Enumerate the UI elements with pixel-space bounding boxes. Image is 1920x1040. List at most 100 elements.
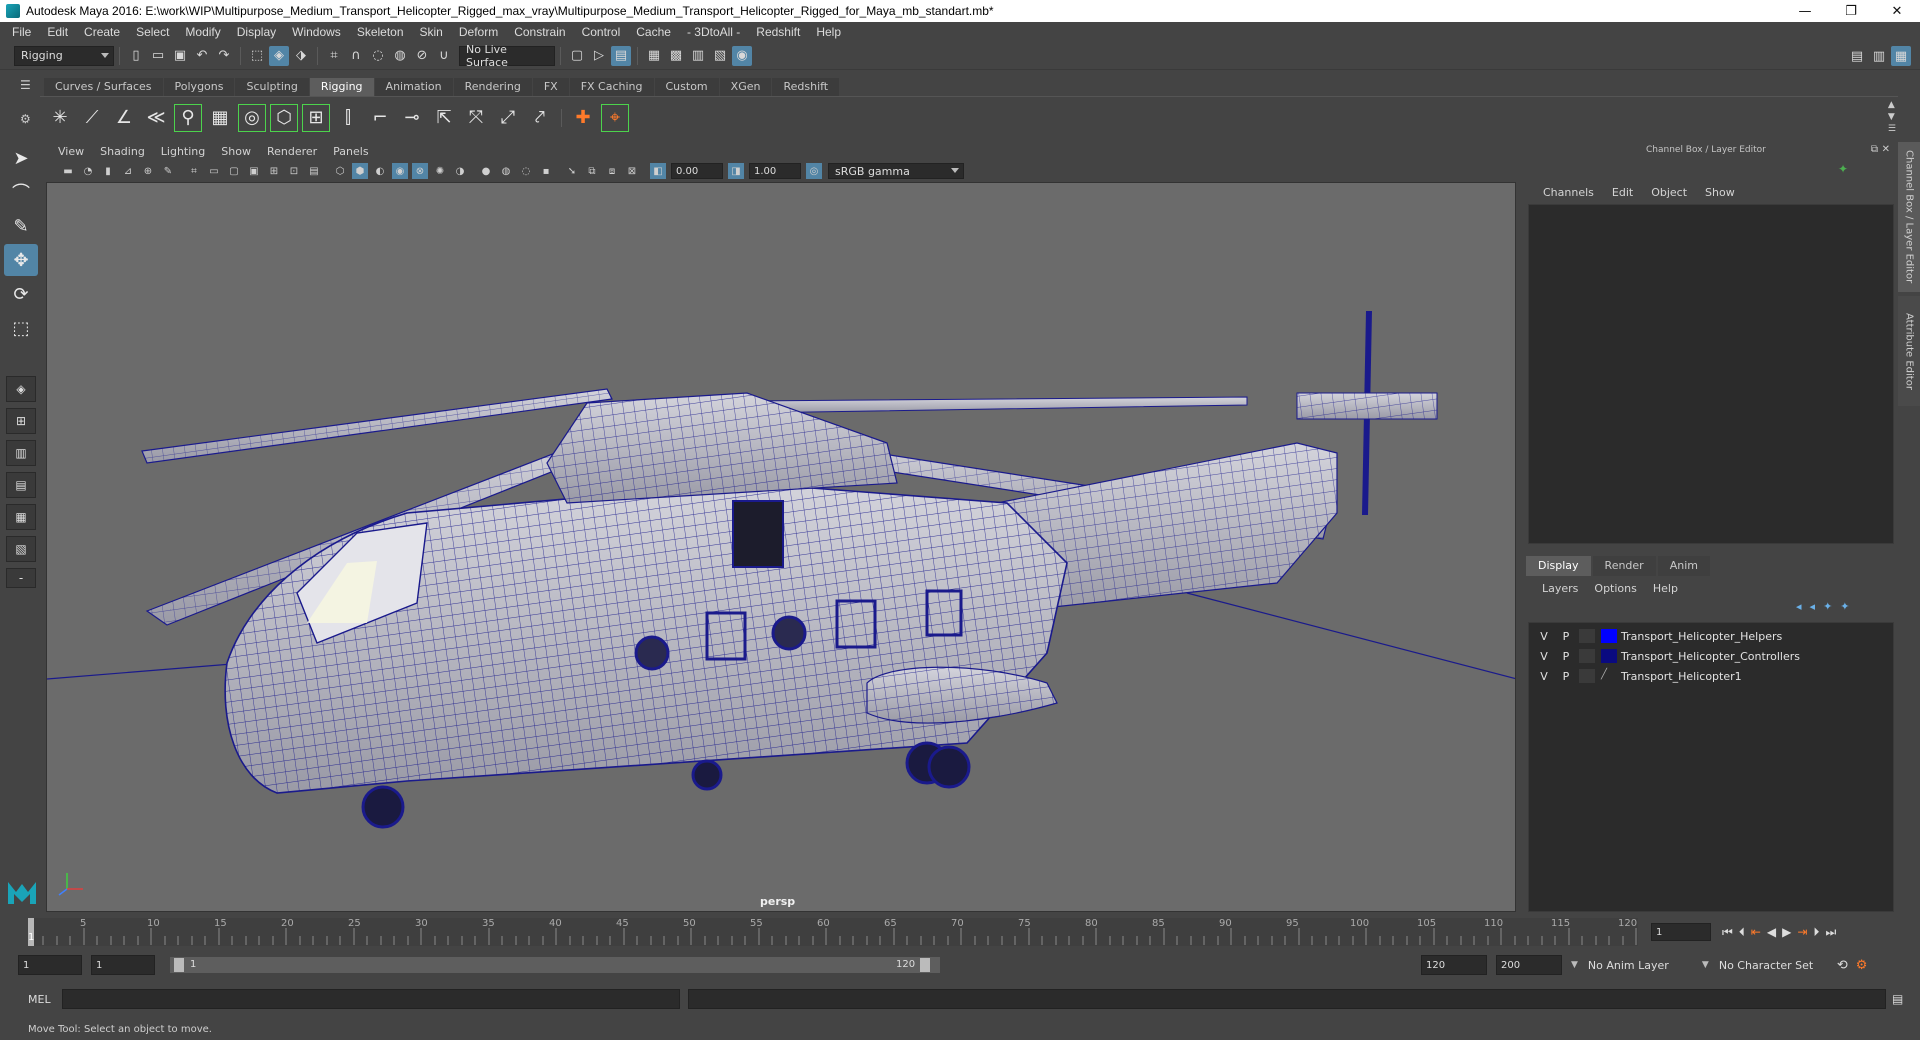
step-back-key-icon[interactable]: ⇤ xyxy=(1751,925,1761,940)
menu-constrain[interactable]: Constrain xyxy=(506,25,573,39)
motion-blur-icon[interactable]: ● xyxy=(478,163,494,179)
exposure-icon[interactable]: ◧ xyxy=(650,163,666,179)
animation-preferences-icon[interactable]: ⚙ xyxy=(1856,958,1868,973)
manipulator-icon[interactable]: ✦ xyxy=(1838,162,1858,180)
anim-layer-dropdown[interactable]: No Anim Layer xyxy=(1581,955,1700,975)
render-settings-icon[interactable]: ▧ xyxy=(710,46,730,66)
float-panel-icon[interactable]: ⧉ xyxy=(1871,144,1878,155)
resolution-gate-icon[interactable]: ▢ xyxy=(226,163,242,179)
color-management-icon[interactable]: ◎ xyxy=(806,163,822,179)
tab-anim[interactable]: Anim xyxy=(1657,556,1710,576)
tab-xgen[interactable]: XGen xyxy=(719,78,772,96)
ik-handle-icon[interactable]: ∠ xyxy=(110,104,138,132)
layer-playback-toggle[interactable]: P xyxy=(1555,650,1577,663)
tab-sculpting[interactable]: Sculpting xyxy=(235,78,309,96)
tab-rendering[interactable]: Rendering xyxy=(453,78,532,96)
field-chart-icon[interactable]: ⊞ xyxy=(266,163,282,179)
command-language-label[interactable]: MEL xyxy=(0,993,62,1006)
vp-menu-renderer[interactable]: Renderer xyxy=(259,145,325,158)
modeling-toolkit-icon[interactable]: ▤ xyxy=(1847,46,1867,66)
tab-curves-surfaces[interactable]: Curves / Surfaces xyxy=(44,78,163,96)
joint-tool-icon[interactable]: ✳ xyxy=(46,104,74,132)
le-menu-help[interactable]: Help xyxy=(1645,582,1686,595)
layer-color-swatch[interactable] xyxy=(1601,649,1617,663)
close-button[interactable]: ✕ xyxy=(1874,0,1920,22)
cluster-icon[interactable]: ⊞ xyxy=(302,103,330,132)
menu-3dtoall[interactable]: - 3DtoAll - xyxy=(679,25,748,39)
layer-visibility-toggle[interactable]: V xyxy=(1533,670,1555,683)
shadows-icon[interactable]: ✺ xyxy=(432,163,448,179)
quick-rig-icon[interactable]: ⚲ xyxy=(174,103,202,132)
persp-graph-layout-icon[interactable]: ▤ xyxy=(6,472,36,498)
go-to-end-icon[interactable]: ⏭ xyxy=(1825,925,1836,940)
vp-menu-view[interactable]: View xyxy=(50,145,92,158)
point-constraint-icon[interactable]: ⊸ xyxy=(398,104,426,132)
select-by-object-icon[interactable]: ◈ xyxy=(269,45,289,66)
character-set-dropdown[interactable]: No Character Set xyxy=(1712,955,1831,975)
gamma-icon[interactable]: ◨ xyxy=(728,163,744,179)
ik-spline-icon[interactable]: ≪ xyxy=(142,104,170,132)
menu-create[interactable]: Create xyxy=(76,25,128,39)
cb-menu-show[interactable]: Show xyxy=(1696,186,1744,199)
range-end-handle[interactable] xyxy=(920,958,930,972)
minimize-button[interactable]: — xyxy=(1782,0,1828,22)
layer-display-type[interactable] xyxy=(1579,669,1595,683)
layer-no-color-icon[interactable]: ╱ xyxy=(1601,669,1617,683)
grid-icon[interactable]: ⌗ xyxy=(186,163,202,179)
attribute-editor-side-tab[interactable]: Attribute Editor xyxy=(1898,296,1920,406)
channel-box-side-tab[interactable]: Channel Box / Layer Editor xyxy=(1898,142,1920,292)
camera-attributes-icon[interactable]: ◔ xyxy=(80,163,96,179)
auto-key-icon[interactable]: ⟲ xyxy=(1837,958,1848,973)
tab-animation[interactable]: Animation xyxy=(374,78,453,96)
tab-fx-caching[interactable]: FX Caching xyxy=(569,78,654,96)
custom-layout-icon[interactable]: ▧ xyxy=(6,536,36,562)
move-layer-down-icon[interactable]: ◂ xyxy=(1810,600,1816,613)
gamma-field[interactable]: 1.00 xyxy=(749,163,801,179)
persp-outliner-layout-icon[interactable]: ▥ xyxy=(6,440,36,466)
aim-constraint-icon[interactable]: ⇱ xyxy=(430,104,458,132)
menu-windows[interactable]: Windows xyxy=(284,25,349,39)
textured-icon[interactable]: ◉ xyxy=(392,163,408,179)
four-view-layout-icon[interactable]: ⊞ xyxy=(6,408,36,434)
menu-select[interactable]: Select xyxy=(128,25,177,39)
move-layer-up-icon[interactable]: ◂ xyxy=(1796,600,1802,613)
start-time-field[interactable]: 1 xyxy=(18,955,82,975)
render-frame-icon[interactable]: ▩ xyxy=(666,46,686,66)
smooth-bind-icon[interactable]: ◎ xyxy=(238,103,266,132)
xray-components-icon[interactable]: ⧈ xyxy=(604,163,620,179)
layer-playback-toggle[interactable]: P xyxy=(1555,670,1577,683)
menu-file[interactable]: File xyxy=(4,25,39,39)
layer-display-type[interactable] xyxy=(1579,629,1595,643)
menu-skeleton[interactable]: Skeleton xyxy=(349,25,412,39)
vp-menu-show[interactable]: Show xyxy=(213,145,259,158)
layer-row[interactable]: V P ╱ Transport_Helicopter1 xyxy=(1533,667,1889,685)
range-start-handle[interactable] xyxy=(174,958,184,972)
multisample-aa-icon[interactable]: ◍ xyxy=(498,163,514,179)
vp-menu-lighting[interactable]: Lighting xyxy=(153,145,213,158)
menu-display[interactable]: Display xyxy=(229,25,284,39)
layer-row[interactable]: V P Transport_Helicopter_Controllers xyxy=(1533,647,1889,665)
render-view-icon[interactable]: ▦ xyxy=(644,46,664,66)
layer-visibility-toggle[interactable]: V xyxy=(1533,630,1555,643)
output-ops-icon[interactable]: ▷ xyxy=(589,46,609,66)
redo-icon[interactable]: ↷ xyxy=(214,46,234,66)
xray-joints-icon[interactable]: ⧉ xyxy=(584,163,600,179)
depth-of-field-icon[interactable]: ◌ xyxy=(518,163,534,179)
menu-set-dropdown[interactable]: Rigging xyxy=(14,45,114,66)
bind-skin-icon[interactable]: ▦ xyxy=(206,104,234,132)
screen-space-ao-icon[interactable]: ◑ xyxy=(452,163,468,179)
more-layouts-icon[interactable]: - xyxy=(6,568,36,588)
scale-constraint-icon[interactable]: ⤢ xyxy=(494,104,522,132)
channel-box-toggle-icon[interactable]: ▦ xyxy=(1891,46,1911,66)
new-layer-selected-icon[interactable]: ✦ xyxy=(1840,600,1849,613)
step-forward-frame-icon[interactable]: ⏵ xyxy=(1813,925,1819,940)
channel-box-area[interactable] xyxy=(1528,204,1894,544)
use-lights-icon[interactable]: ⊗ xyxy=(412,163,428,179)
orient-joint-icon[interactable]: ⌐ xyxy=(366,104,394,132)
anim-layer-chevron-icon[interactable]: ▼ xyxy=(1571,960,1578,970)
backface-culling-icon[interactable]: ⊠ xyxy=(624,163,640,179)
tab-fx[interactable]: FX xyxy=(532,78,569,96)
snap-magnet-icon[interactable]: ∪ xyxy=(434,46,454,66)
orient-constraint-icon[interactable]: ⤧ xyxy=(462,104,490,132)
play-forwards-icon[interactable]: ▶ xyxy=(1782,925,1791,940)
